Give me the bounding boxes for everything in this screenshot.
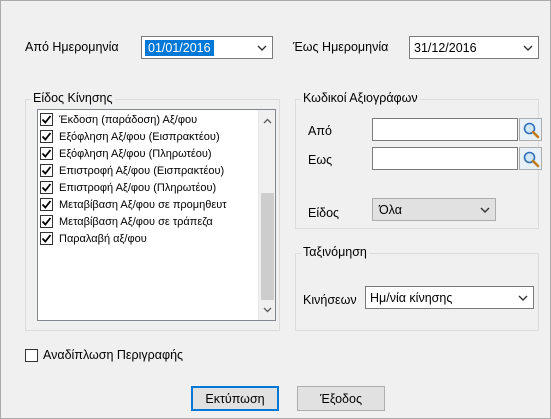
- list-item-checkbox[interactable]: [40, 181, 53, 194]
- exit-button[interactable]: Έξοδος: [297, 386, 385, 411]
- sorting-value: Ημ/νία κίνησης: [370, 290, 453, 305]
- date-to-combo[interactable]: 31/12/2016: [409, 36, 539, 59]
- sorting-label: Κινήσεων: [303, 293, 357, 307]
- checkmark-icon: [41, 166, 52, 175]
- list-item[interactable]: Παραλαβή αξ/φου: [40, 231, 147, 246]
- date-from-value[interactable]: 01/01/2016: [145, 39, 214, 56]
- code-to-lookup-button[interactable]: [519, 147, 542, 170]
- list-item[interactable]: Μεταβίβαση Αξ/φου σε τράπεζα: [40, 214, 213, 229]
- list-item[interactable]: Έκδοση (παράδοση) Αξ/φου: [40, 112, 197, 127]
- description-wrap-option[interactable]: Αναδίπλωση Περιγραφής: [25, 348, 183, 362]
- checkmark-icon: [41, 115, 52, 124]
- list-item-label: Εξόφληση Αξ/φου (Πληρωτέου): [59, 147, 212, 160]
- list-item-label: Παραλαβή αξ/φου: [59, 232, 147, 245]
- list-item-checkbox[interactable]: [40, 130, 53, 143]
- checkmark-icon: [41, 200, 52, 209]
- list-item-checkbox[interactable]: [40, 164, 53, 177]
- magnifier-icon: [523, 122, 539, 138]
- date-from-label: Από Ημερομηνία: [25, 40, 119, 54]
- code-from-input[interactable]: [372, 118, 518, 141]
- codes-title: Κωδικοί Αξιογράφων: [301, 91, 420, 105]
- movement-type-title: Είδος Κίνησης: [31, 91, 115, 105]
- sorting-combo[interactable]: Ημ/νία κίνησης: [365, 286, 534, 309]
- print-button[interactable]: Εκτύπωση: [191, 386, 279, 411]
- checkmark-icon: [41, 132, 52, 141]
- checkmark-icon: [41, 183, 52, 192]
- description-wrap-checkbox[interactable]: [25, 348, 38, 362]
- scroll-down-icon[interactable]: [259, 301, 276, 318]
- code-from-lookup-button[interactable]: [519, 118, 542, 141]
- code-to-input[interactable]: [372, 147, 518, 170]
- list-item-checkbox[interactable]: [40, 198, 53, 211]
- list-item-label: Μεταβίβαση Αξ/φου σε προμηθευτ: [59, 198, 227, 211]
- kind-value: Όλα: [379, 202, 402, 217]
- sorting-title: Ταξινόμηση: [301, 245, 369, 259]
- list-item-label: Μεταβίβαση Αξ/φου σε τράπεζα: [59, 215, 213, 228]
- list-item-checkbox[interactable]: [40, 147, 53, 160]
- magnifier-icon: [523, 151, 539, 167]
- list-item[interactable]: Εξόφληση Αξ/φου (Πληρωτέου): [40, 146, 212, 161]
- list-item[interactable]: Επιστροφή Αξ/φου (Εισπρακτέου): [40, 163, 224, 178]
- list-item-label: Έκδοση (παράδοση) Αξ/φου: [59, 113, 198, 126]
- scroll-up-icon[interactable]: [259, 112, 276, 129]
- list-item-checkbox[interactable]: [40, 113, 53, 126]
- list-item[interactable]: Επιστροφή Αξ/φου (Πληρωτέου): [40, 180, 216, 195]
- date-from-combo[interactable]: 01/01/2016: [141, 36, 273, 59]
- code-from-label: Από: [308, 124, 332, 138]
- checkmark-icon: [41, 217, 52, 226]
- list-item-label: Επιστροφή Αξ/φου (Εισπρακτέου): [59, 164, 225, 177]
- checkmark-icon: [41, 234, 52, 243]
- chevron-down-icon[interactable]: [518, 37, 538, 58]
- list-item-label: Επιστροφή Αξ/φου (Πληρωτέου): [59, 181, 217, 194]
- movement-type-list[interactable]: Έκδοση (παράδοση) Αξ/φου Εξόφληση Αξ/φου …: [37, 109, 276, 321]
- code-to-label: Εως: [308, 153, 333, 167]
- chevron-down-icon[interactable]: [252, 37, 272, 58]
- list-item-label: Εξόφληση Αξ/φου (Εισπρακτέου): [59, 130, 220, 143]
- list-item-checkbox[interactable]: [40, 215, 53, 228]
- date-to-label: Έως Ημερομηνία: [293, 40, 389, 54]
- chevron-down-icon[interactable]: [475, 199, 495, 220]
- kind-combo[interactable]: Όλα: [372, 198, 496, 221]
- date-to-value[interactable]: 31/12/2016: [410, 41, 518, 55]
- description-wrap-label: Αναδίπλωση Περιγραφής: [43, 348, 184, 362]
- list-item-checkbox[interactable]: [40, 232, 53, 245]
- list-item[interactable]: Μεταβίβαση Αξ/φου σε προμηθευτ: [40, 197, 227, 212]
- kind-label: Είδος: [308, 206, 340, 220]
- report-dialog: Από Ημερομηνία 01/01/2016 Έως Ημερομηνία…: [0, 0, 551, 419]
- scroll-thumb[interactable]: [261, 193, 274, 300]
- list-item[interactable]: Εξόφληση Αξ/φου (Εισπρακτέου): [40, 129, 220, 144]
- chevron-down-icon[interactable]: [513, 287, 533, 308]
- list-scrollbar[interactable]: [258, 110, 275, 320]
- checkmark-icon: [41, 149, 52, 158]
